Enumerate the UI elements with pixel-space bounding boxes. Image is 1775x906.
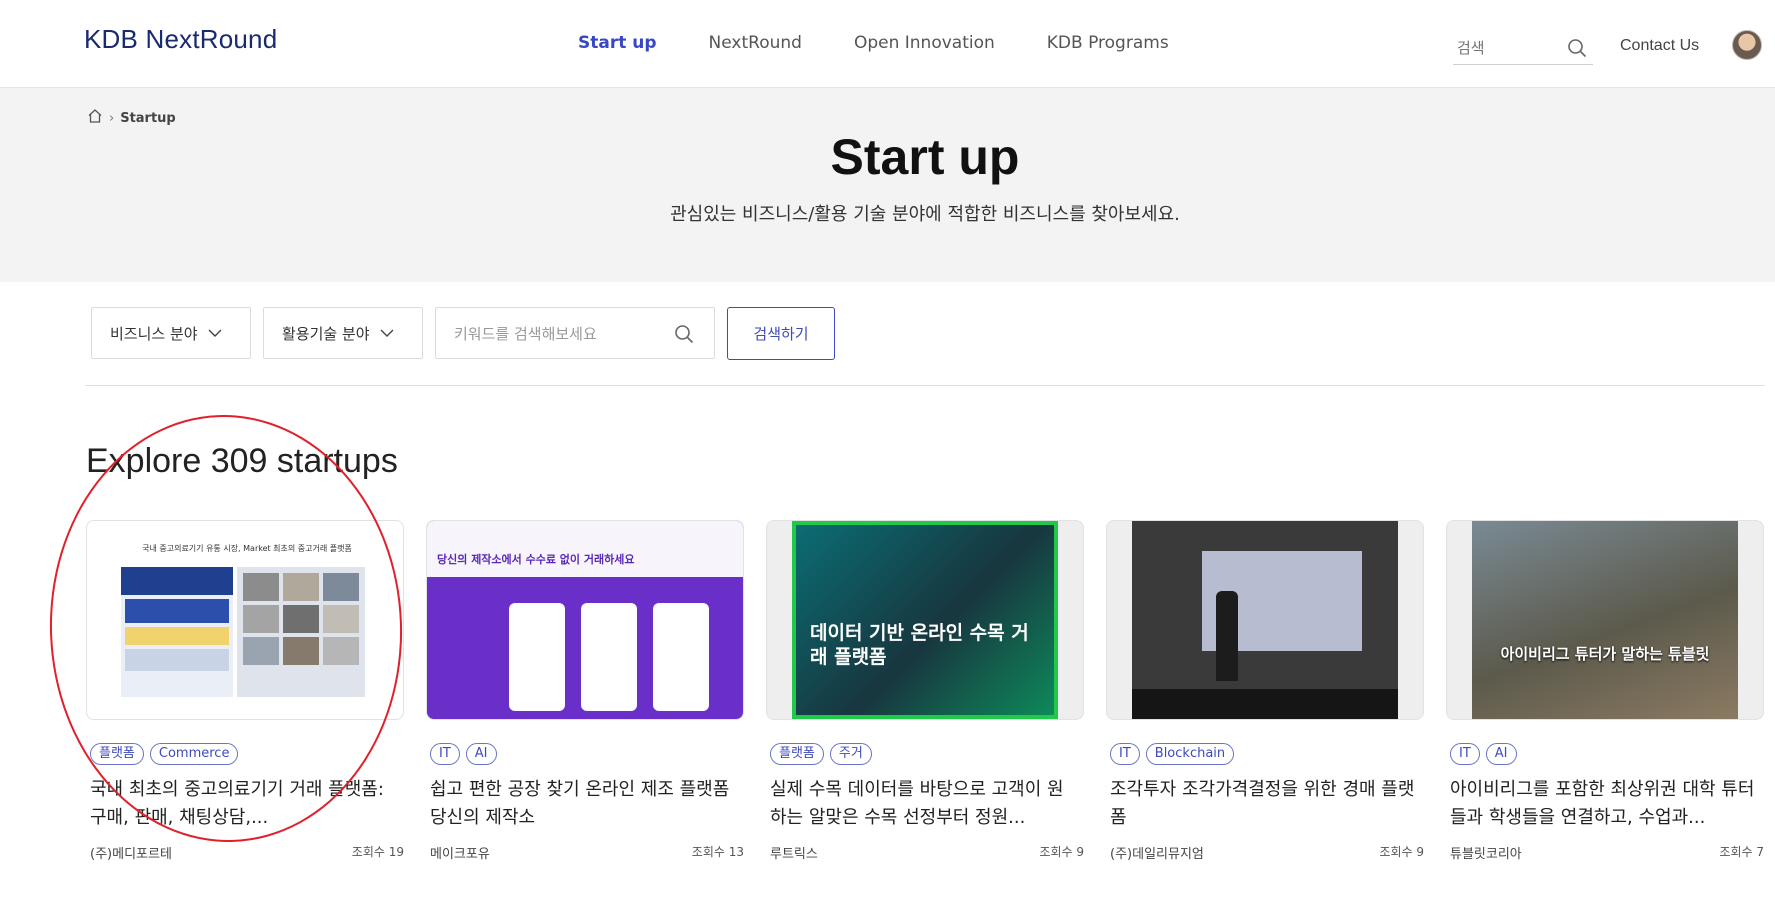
breadcrumb-current[interactable]: Startup xyxy=(120,111,176,126)
thumbnail-image xyxy=(237,567,365,697)
search-button[interactable]: 검색하기 xyxy=(727,307,835,360)
home-icon[interactable] xyxy=(87,108,103,128)
tag[interactable]: 플랫폼 xyxy=(90,743,144,765)
nav-open-innovation[interactable]: Open Innovation xyxy=(854,33,995,53)
tag[interactable]: IT xyxy=(430,743,460,765)
view-count: 조회수 7 xyxy=(1719,845,1764,859)
tag-list: 플랫폼 Commerce xyxy=(90,743,239,765)
tag-list: 플랫폼 주거 xyxy=(770,743,872,765)
business-field-select[interactable]: 비즈니스 분야 xyxy=(91,307,251,359)
tag[interactable]: IT xyxy=(1110,743,1140,765)
thumbnail-image xyxy=(509,603,565,711)
page-title: Start up xyxy=(830,129,1020,185)
view-count: 조회수 9 xyxy=(1039,845,1084,859)
card-title[interactable]: 아이비리그를 포함한 최상위권 대학 튜터들과 학생들을 연결하고, 수업과..… xyxy=(1450,776,1760,832)
tag-list: IT AI xyxy=(1450,743,1517,765)
chevron-right-icon: › xyxy=(109,110,115,126)
view-count: 조회수 19 xyxy=(351,845,404,859)
nav-nextround[interactable]: NextRound xyxy=(709,33,802,53)
tag[interactable]: AI xyxy=(465,743,497,765)
explore-heading: Explore 309 startups xyxy=(86,442,398,480)
view-count: 조회수 9 xyxy=(1379,845,1424,859)
tag[interactable]: Blockchain xyxy=(1145,743,1235,765)
thumbnail-image: 아이비리그 튜터가 말하는 튜블릿 xyxy=(1472,521,1738,719)
thumbnail-text: 국내 중고의료기기 유통 시장, Market 최초의 중고거래 플랫폼 xyxy=(142,544,352,553)
card-title[interactable]: 조각투자 조각가격결정을 위한 경매 플랫폼 xyxy=(1110,776,1420,832)
thumbnail-text: 당신의 제작소에서 수수료 없이 거래하세요 xyxy=(437,553,635,566)
main-nav: Start up NextRound Open Innovation KDB P… xyxy=(578,33,1221,53)
company-name: 튜블릿코리아 xyxy=(1450,847,1522,862)
header-search xyxy=(1453,36,1593,65)
company-name: 메이크포유 xyxy=(430,847,490,862)
site-header: KDB NextRound Start up NextRound Open In… xyxy=(0,0,1775,88)
site-logo[interactable]: KDB NextRound xyxy=(84,24,277,55)
user-avatar[interactable] xyxy=(1732,30,1762,60)
view-count: 조회수 13 xyxy=(691,845,744,859)
card-title[interactable]: 실제 수목 데이터를 바탕으로 고객이 원하는 알맞은 수목 선정부터 정원..… xyxy=(770,776,1080,832)
thumbnail-image xyxy=(1132,521,1398,719)
card-thumbnail[interactable]: 데이터 기반 온라인 수목 거래 플랫폼 xyxy=(766,520,1084,720)
card-thumbnail[interactable]: 국내 중고의료기기 유통 시장, Market 최초의 중고거래 플랫폼 xyxy=(86,520,404,720)
page-subtitle: 관심있는 비즈니스/활용 기술 분야에 적합한 비즈니스를 찾아보세요. xyxy=(670,204,1180,225)
keyword-search-field[interactable]: 키워드를 검색해보세요 xyxy=(435,307,715,359)
hero-section: › Startup Start up 관심있는 비즈니스/활용 기술 분야에 적… xyxy=(0,88,1775,282)
chevron-down-icon xyxy=(380,324,394,342)
thumbnail-text: 아이비리그 튜터가 말하는 튜블릿 xyxy=(1500,645,1710,663)
thumbnail-image xyxy=(427,521,743,577)
business-field-label: 비즈니스 분야 xyxy=(110,324,198,343)
contact-us-link[interactable]: Contact Us xyxy=(1620,37,1699,55)
tag[interactable]: 플랫폼 xyxy=(770,743,824,765)
thumbnail-image: 데이터 기반 온라인 수목 거래 플랫폼 xyxy=(792,521,1058,719)
tech-field-select[interactable]: 활용기술 분야 xyxy=(263,307,423,359)
tag[interactable]: IT xyxy=(1450,743,1480,765)
nav-kdb-programs[interactable]: KDB Programs xyxy=(1047,33,1169,53)
thumbnail-image xyxy=(581,603,637,711)
card-thumbnail[interactable]: 당신의 제작소에서 수수료 없이 거래하세요 xyxy=(426,520,744,720)
breadcrumb: › Startup xyxy=(87,108,176,128)
tag-list: IT AI xyxy=(430,743,497,765)
thumbnail-image xyxy=(121,567,233,697)
company-name: (주)메디포르테 xyxy=(90,847,172,862)
card-thumbnail[interactable]: 아이비리그 튜터가 말하는 튜블릿 xyxy=(1446,520,1764,720)
search-icon[interactable] xyxy=(674,324,694,348)
tech-field-label: 활용기술 분야 xyxy=(282,324,370,343)
nav-startup[interactable]: Start up xyxy=(578,33,657,53)
thumbnail-image xyxy=(653,603,709,711)
card-thumbnail[interactable] xyxy=(1106,520,1424,720)
tag-list: IT Blockchain xyxy=(1110,743,1235,765)
company-name: (주)데일리뮤지엄 xyxy=(1110,847,1204,862)
tag[interactable]: Commerce xyxy=(149,743,239,765)
keyword-search-input[interactable]: 키워드를 검색해보세요 xyxy=(454,323,597,344)
tag[interactable]: AI xyxy=(1485,743,1517,765)
company-name: 루트릭스 xyxy=(770,847,818,862)
header-search-input[interactable] xyxy=(1453,36,1567,60)
thumbnail-text: 데이터 기반 온라인 수목 거래 플랫폼 xyxy=(810,622,1029,668)
card-title[interactable]: 쉽고 편한 공장 찾기 온라인 제조 플랫폼 당신의 제작소 xyxy=(430,776,740,832)
chevron-down-icon xyxy=(208,324,222,342)
card-title[interactable]: 국내 최초의 중고의료기기 거래 플랫폼: 구매, 판매, 채팅상담,... xyxy=(90,776,400,832)
search-icon[interactable] xyxy=(1567,38,1587,62)
tag[interactable]: 주거 xyxy=(829,743,872,765)
divider xyxy=(85,385,1765,386)
